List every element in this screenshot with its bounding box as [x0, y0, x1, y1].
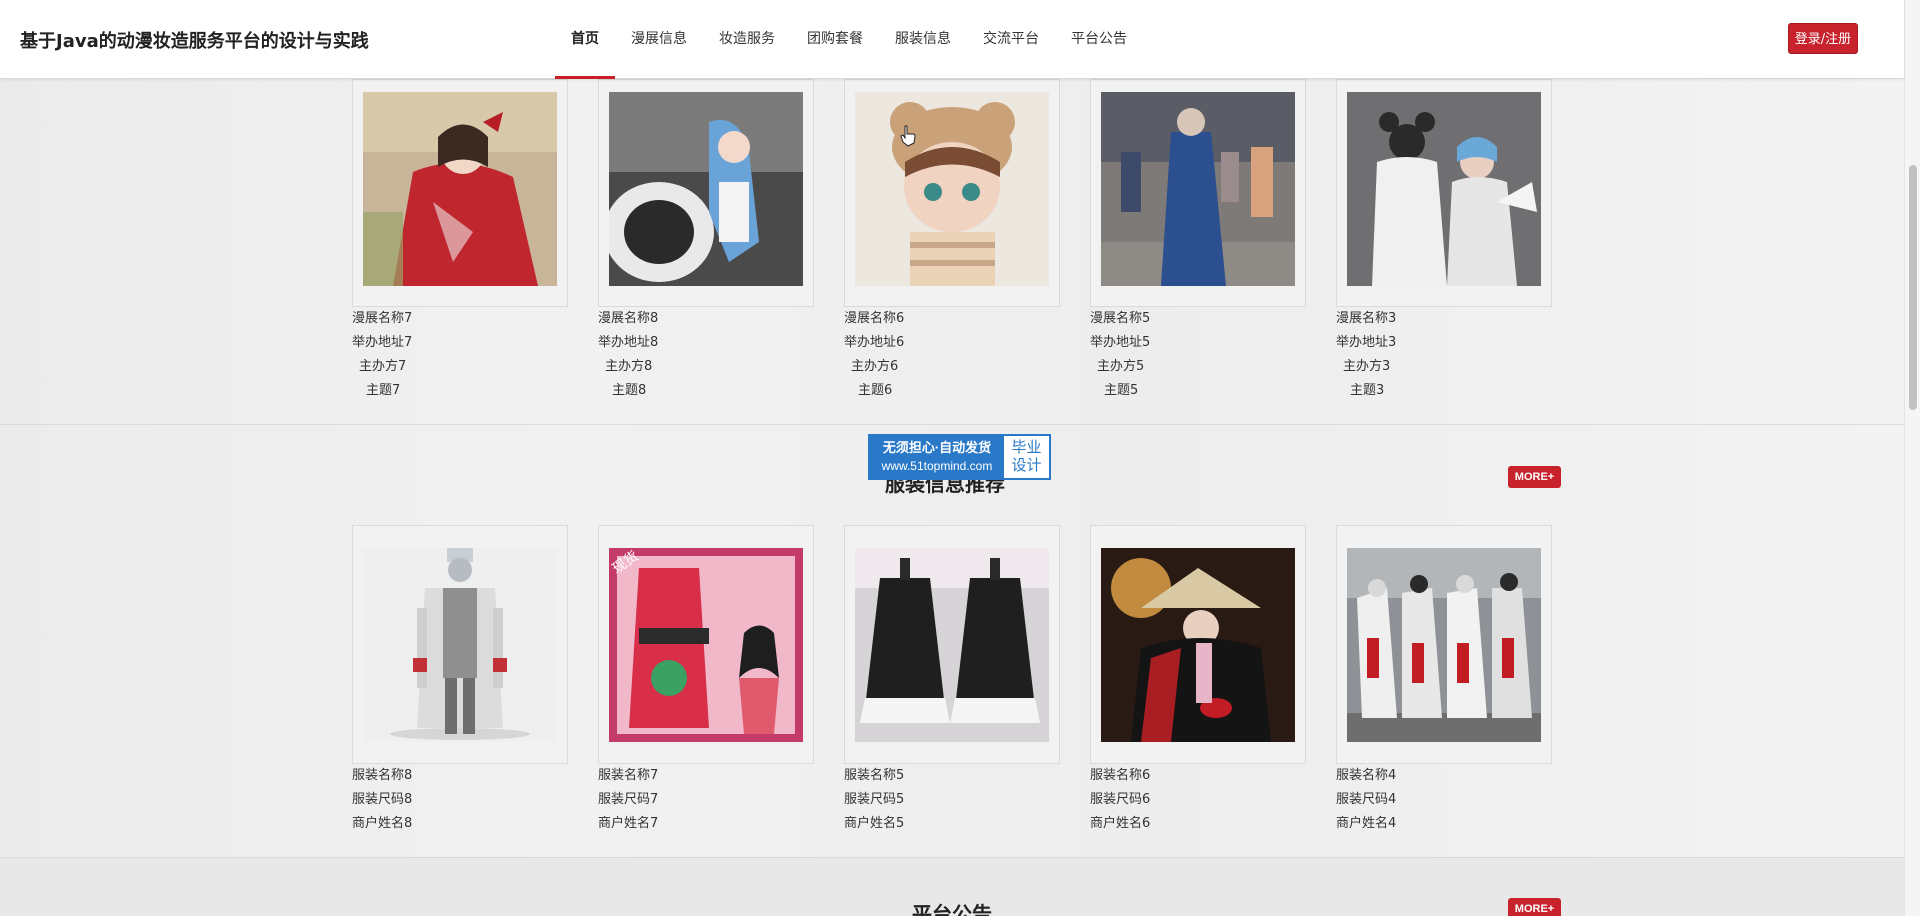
watermark-banner: 无须担心·自动发货 www.51topmind.com 毕业 设计	[868, 434, 1051, 480]
clothing-card[interactable]: 服装名称8 服装尺码8 商户姓名8	[352, 525, 568, 836]
exhibition-address: 举办地址5	[1090, 335, 1151, 350]
mouse-cursor-icon	[900, 125, 916, 152]
exhibition-organizer: 主办方7	[359, 359, 407, 374]
clothing-merchant: 商户姓名8	[352, 816, 413, 831]
card-image-frame	[1336, 79, 1552, 307]
clothing-size: 服装尺码5	[844, 792, 905, 807]
exhibition-theme: 主题8	[612, 383, 647, 398]
clothing-card[interactable]: 现货 服装名称7 服装尺码7 商户姓名7	[598, 525, 814, 836]
nav-group-packages[interactable]: 团购套餐	[791, 0, 879, 79]
exhibition-theme: 主题3	[1350, 383, 1385, 398]
exhibition-card[interactable]: 漫展名称5 举办地址5 主办方5 主题5	[1090, 79, 1306, 403]
card-image-frame	[844, 525, 1060, 764]
nav-clothing[interactable]: 服装信息	[879, 0, 967, 79]
top-header: 基于Java的动漫妆造服务平台的设计与实践 首页 漫展信息 妆造服务 团购套餐 …	[0, 0, 1904, 79]
exhibition-name: 漫展名称7	[352, 311, 413, 326]
clothing-image[interactable]	[1101, 548, 1295, 742]
watermark-line2: www.51topmind.com	[881, 459, 993, 473]
card-image-frame: 现货	[598, 525, 814, 764]
exhibition-organizer: 主办方5	[1097, 359, 1145, 374]
clothing-size: 服装尺码7	[598, 792, 659, 807]
exhibition-address: 举办地址8	[598, 335, 659, 350]
announcements-more-button[interactable]: MORE+	[1508, 898, 1561, 916]
exhibition-card[interactable]: 漫展名称6 举办地址6 主办方6 主题6	[844, 79, 1060, 403]
exhibition-theme: 主题6	[858, 383, 893, 398]
clothing-image[interactable]	[363, 548, 557, 742]
clothing-more-button[interactable]: MORE+	[1508, 466, 1561, 488]
login-register-button[interactable]: 登录/注册	[1788, 23, 1858, 54]
clothing-name: 服装名称8	[352, 768, 413, 783]
exhibition-address: 举办地址3	[1336, 335, 1397, 350]
clothing-card[interactable]: 服装名称4 服装尺码4 商户姓名4	[1336, 525, 1552, 836]
watermark-right2: 设计	[1011, 457, 1042, 474]
clothing-card[interactable]: 服装名称6 服装尺码6 商户姓名6	[1090, 525, 1306, 836]
exhibition-theme: 主题5	[1104, 383, 1139, 398]
clothing-image[interactable]	[1347, 548, 1541, 742]
clothing-size: 服装尺码8	[352, 792, 413, 807]
exhibition-organizer: 主办方3	[1343, 359, 1391, 374]
exhibition-address: 举办地址7	[352, 335, 413, 350]
exhibition-name: 漫展名称3	[1336, 311, 1397, 326]
card-image-frame	[352, 79, 568, 307]
vertical-scrollbar[interactable]	[1904, 0, 1920, 916]
watermark-left: 无须担心·自动发货 www.51topmind.com	[870, 436, 1004, 478]
card-image-frame	[844, 79, 1060, 307]
nav-forum[interactable]: 交流平台	[967, 0, 1055, 79]
nav-makeup-services[interactable]: 妆造服务	[703, 0, 791, 79]
exhibition-address: 举办地址6	[844, 335, 905, 350]
exhibition-card[interactable]: 漫展名称7 举办地址7 主办方7 主题7	[352, 79, 568, 403]
exhibition-image[interactable]	[855, 92, 1049, 286]
exhibition-image[interactable]	[609, 92, 803, 286]
exhibition-image[interactable]	[1347, 92, 1541, 286]
announcements-section-title: 平台公告	[912, 902, 992, 916]
watermark-right: 毕业 设计	[1004, 436, 1049, 478]
clothing-merchant: 商户姓名4	[1336, 816, 1397, 831]
exhibition-organizer: 主办方6	[851, 359, 899, 374]
card-image-frame	[598, 79, 814, 307]
clothing-name: 服装名称4	[1336, 768, 1397, 783]
clothing-name: 服装名称7	[598, 768, 659, 783]
clothing-merchant: 商户姓名6	[1090, 816, 1151, 831]
card-image-frame	[1090, 525, 1306, 764]
clothing-image[interactable]: 现货	[609, 548, 803, 742]
card-image-frame	[1090, 79, 1306, 307]
exhibition-image[interactable]	[1101, 92, 1295, 286]
exhibition-theme: 主题7	[366, 383, 401, 398]
main-nav: 首页 漫展信息 妆造服务 团购套餐 服装信息 交流平台 平台公告	[555, 0, 1143, 79]
card-image-frame	[352, 525, 568, 764]
exhibition-card[interactable]: 漫展名称8 举办地址8 主办方8 主题8	[598, 79, 814, 403]
clothing-name: 服装名称6	[1090, 768, 1151, 783]
clothing-card[interactable]: 服装名称5 服装尺码5 商户姓名5	[844, 525, 1060, 836]
watermark-right1: 毕业	[1011, 439, 1042, 456]
nav-home[interactable]: 首页	[555, 0, 615, 79]
nav-exhibitions[interactable]: 漫展信息	[615, 0, 703, 79]
exhibition-name: 漫展名称8	[598, 311, 659, 326]
scrollbar-thumb[interactable]	[1909, 165, 1917, 410]
watermark-line1: 无须担心·自动发货	[882, 440, 992, 455]
section-divider	[0, 424, 1904, 425]
clothing-merchant: 商户姓名7	[598, 816, 659, 831]
exhibition-name: 漫展名称5	[1090, 311, 1151, 326]
exhibition-organizer: 主办方8	[605, 359, 653, 374]
card-image-frame	[1336, 525, 1552, 764]
clothing-image[interactable]	[855, 548, 1049, 742]
clothing-size: 服装尺码6	[1090, 792, 1151, 807]
nav-announcements[interactable]: 平台公告	[1055, 0, 1143, 79]
site-title: 基于Java的动漫妆造服务平台的设计与实践	[20, 31, 369, 52]
exhibition-card[interactable]: 漫展名称3 举办地址3 主办方3 主题3	[1336, 79, 1552, 403]
exhibition-name: 漫展名称6	[844, 311, 905, 326]
clothing-size: 服装尺码4	[1336, 792, 1397, 807]
clothing-merchant: 商户姓名5	[844, 816, 905, 831]
exhibition-image[interactable]	[363, 92, 557, 286]
clothing-name: 服装名称5	[844, 768, 905, 783]
